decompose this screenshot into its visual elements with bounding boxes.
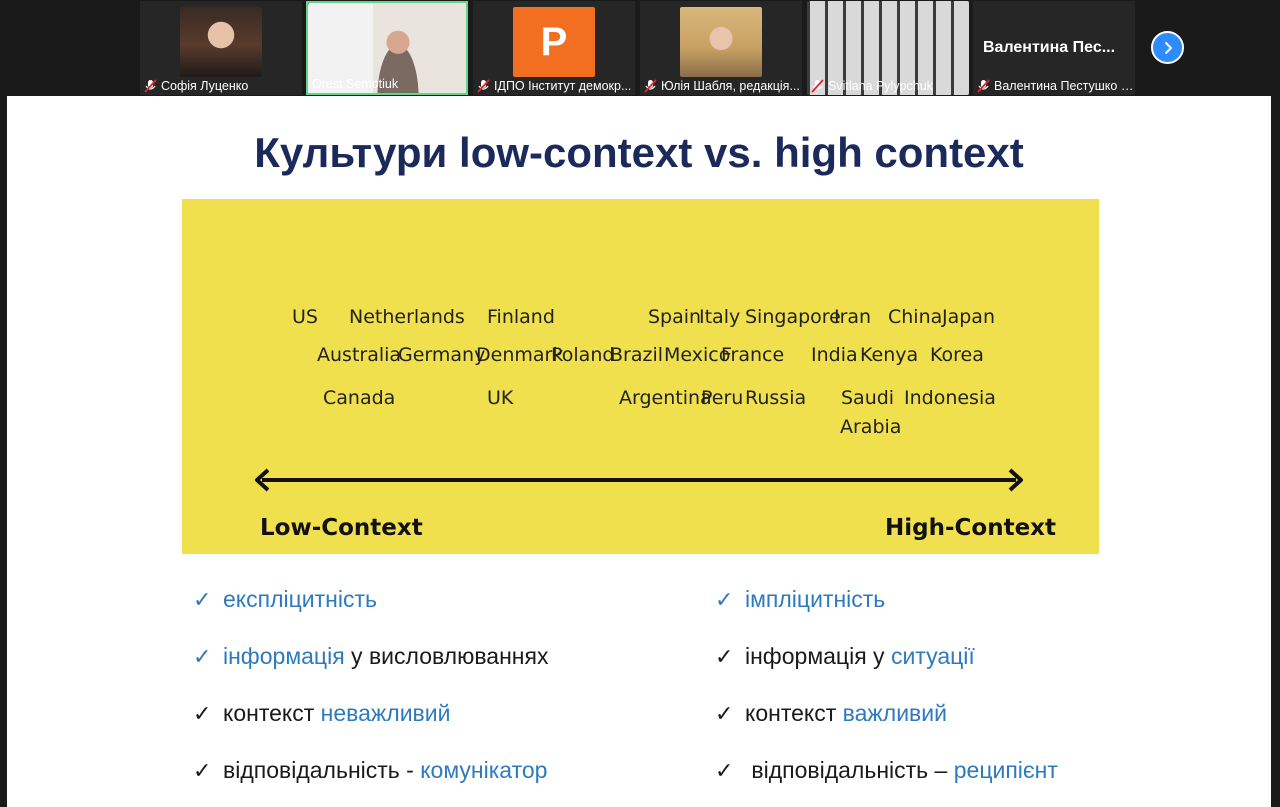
left-bullet-item: ✓ контекст неважливий (193, 700, 450, 727)
country-label: China (888, 306, 943, 328)
participants-strip: Софія Луценко Orest Semotiuk P ІДПО Інст… (0, 0, 1280, 96)
bullet-text: у висловлюваннях (344, 643, 549, 669)
right-bullet-item: ✓ імпліцитність (715, 586, 885, 613)
bullet-text: експліцитність (223, 586, 377, 612)
bullet-text: відповідальність – (745, 757, 954, 783)
country-label: Canada (323, 387, 396, 409)
participant-tile[interactable]: Валентина Пес... Валентина Пестушко (... (973, 1, 1135, 95)
participant-label: Svitlana Pylypchuk (807, 79, 969, 93)
country-label: UK (487, 387, 514, 409)
country-label: Spain (648, 306, 702, 328)
country-label: Singapore (745, 306, 841, 328)
country-label: Arabia (840, 416, 902, 438)
right-bullet-item: ✓ інформація у ситуації (715, 643, 975, 670)
country-label: Saudi (841, 387, 895, 409)
checkmark-icon: ✓ (715, 700, 734, 726)
participant-tile[interactable]: Юлія Шабля, редакція... (640, 1, 802, 95)
participant-label: Юлія Шабля, редакція... (640, 79, 802, 93)
checkmark-icon: ✓ (715, 643, 734, 669)
participant-name: Юлія Шабля, редакція... (661, 79, 800, 93)
country-label: France (721, 344, 785, 366)
chevron-right-icon (1164, 41, 1172, 54)
checkmark-icon: ✓ (193, 757, 212, 783)
country-label: US (292, 306, 318, 328)
participant-display-name: Валентина Пес... (983, 39, 1116, 56)
bullet-text: імпліцитність (745, 586, 886, 612)
checkmark-icon: ✓ (193, 586, 212, 612)
participant-name: ІДПО Інститут демокр... (494, 79, 632, 93)
participant-tile[interactable]: Svitlana Pylypchuk (807, 1, 969, 95)
bullet-text: контекст (745, 700, 843, 726)
country-label: Italy (699, 306, 741, 328)
participant-tile-active[interactable]: Orest Semotiuk (306, 1, 468, 95)
shared-slide: Культури low-context vs. high context US… (7, 96, 1271, 807)
country-label: Russia (745, 387, 807, 409)
mic-muted-icon (977, 79, 990, 93)
bullet-text: комунікатор (420, 757, 548, 783)
mic-muted-icon (644, 79, 657, 93)
participant-tile[interactable]: P ІДПО Інститут демокр... (473, 1, 635, 95)
participant-name: Orest Semotiuk (312, 77, 399, 91)
country-label: Finland (487, 306, 555, 328)
right-bullet-item: ✓ контекст важливий (715, 700, 947, 727)
checkmark-icon: ✓ (193, 700, 212, 726)
country-label: Japan (942, 306, 995, 328)
country-label: Brazil (610, 344, 664, 366)
participant-label: Софія Луценко (140, 79, 302, 93)
participant-video (680, 7, 762, 77)
participant-name: Svitlana Pylypchuk (828, 79, 933, 93)
participant-video (180, 7, 262, 77)
bullet-text: реципієнт (953, 757, 1058, 783)
bullet-text: ситуації (890, 643, 975, 669)
left-bullet-item: ✓ відповідальність - комунікатор (193, 757, 547, 784)
checkmark-icon: ✓ (715, 586, 734, 612)
participant-label: Валентина Пестушко (... (973, 79, 1135, 93)
bullet-text: відповідальність - (223, 757, 421, 783)
bullet-text: інформація (223, 643, 345, 669)
left-bullet-item: ✓ інформація у висловлюваннях (193, 643, 548, 670)
participant-name: Софія Луценко (161, 79, 249, 93)
left-bullet-item: ✓ експліцитність (193, 586, 377, 613)
participant-name: Валентина Пестушко (... (994, 79, 1135, 93)
country-label: Korea (930, 344, 984, 366)
slide-title: Культури low-context vs. high context (254, 129, 1024, 176)
participant-tile[interactable]: Софія Луценко (140, 1, 302, 95)
country-label: Poland (551, 344, 615, 366)
context-scale-panel: US Netherlands Finland Spain Italy Singa… (182, 199, 1099, 554)
low-high-context-axis (255, 468, 1023, 492)
next-participants-button[interactable] (1151, 31, 1184, 64)
bullet-text: інформація у (745, 643, 891, 669)
bullet-text: важливий (842, 700, 947, 726)
checkmark-icon: ✓ (715, 757, 734, 783)
country-label: Kenya (860, 344, 919, 366)
right-bullet-item: ✓ відповідальність – реципієнт (715, 757, 1058, 784)
bullet-text: неважливий (320, 700, 451, 726)
country-label: Germany (398, 344, 486, 366)
country-label: Australia (317, 344, 402, 366)
country-label: Indonesia (904, 387, 996, 409)
country-label: Iran (834, 306, 872, 328)
country-label: Argentina (619, 387, 712, 409)
participant-avatar-letter: P (513, 7, 595, 77)
low-context-label: Low-Context (260, 515, 423, 541)
participant-label: Orest Semotiuk (308, 77, 466, 91)
mic-muted-icon (477, 79, 490, 93)
checkmark-icon: ✓ (193, 643, 212, 669)
country-label: India (811, 344, 858, 366)
participant-label: ІДПО Інститут демокр... (473, 79, 635, 93)
bullet-text: контекст (223, 700, 321, 726)
mic-muted-icon (144, 79, 157, 93)
high-context-label: High-Context (885, 515, 1056, 541)
mic-muted-icon (811, 79, 824, 93)
country-label: Peru (701, 387, 744, 409)
country-label: Netherlands (349, 306, 465, 328)
